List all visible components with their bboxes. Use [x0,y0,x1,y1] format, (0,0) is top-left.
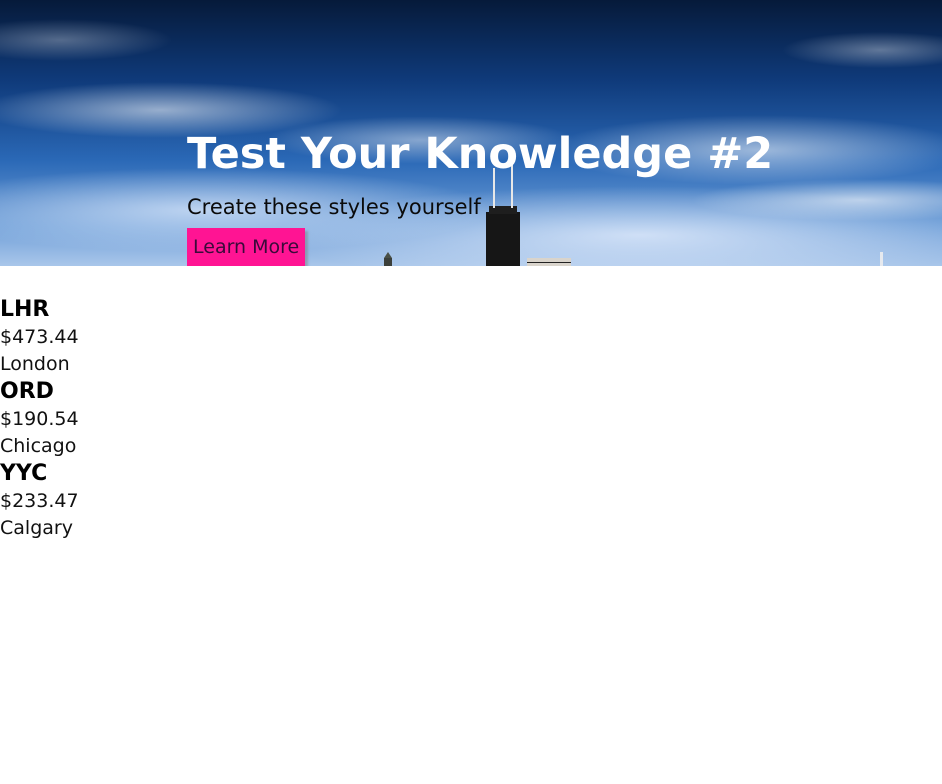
airport-code: LHR [0,297,50,322]
city-name: Chicago [0,435,77,457]
hero-banner: Test Your Knowledge #2 Create these styl… [0,0,942,266]
flight-price: $190.54 [0,408,79,430]
flight-list: LHR $473.44 London ORD $190.54 Chicago Y… [0,266,942,542]
hero-content: Test Your Knowledge #2 Create these styl… [187,126,773,266]
learn-more-button[interactable]: Learn More [187,228,306,266]
flight-price: $473.44 [0,326,79,348]
airport-code: YYC [0,461,48,486]
city-name: London [0,353,70,375]
hero-subtitle: Create these styles yourself [187,195,481,219]
flight-item: LHR $473.44 London [0,296,942,378]
airport-code: ORD [0,379,54,404]
city-name: Calgary [0,517,73,539]
flight-item: YYC $233.47 Calgary [0,460,942,542]
flight-price: $233.47 [0,490,79,512]
hero-title: Test Your Knowledge #2 [187,129,774,179]
flight-item: ORD $190.54 Chicago [0,378,942,460]
